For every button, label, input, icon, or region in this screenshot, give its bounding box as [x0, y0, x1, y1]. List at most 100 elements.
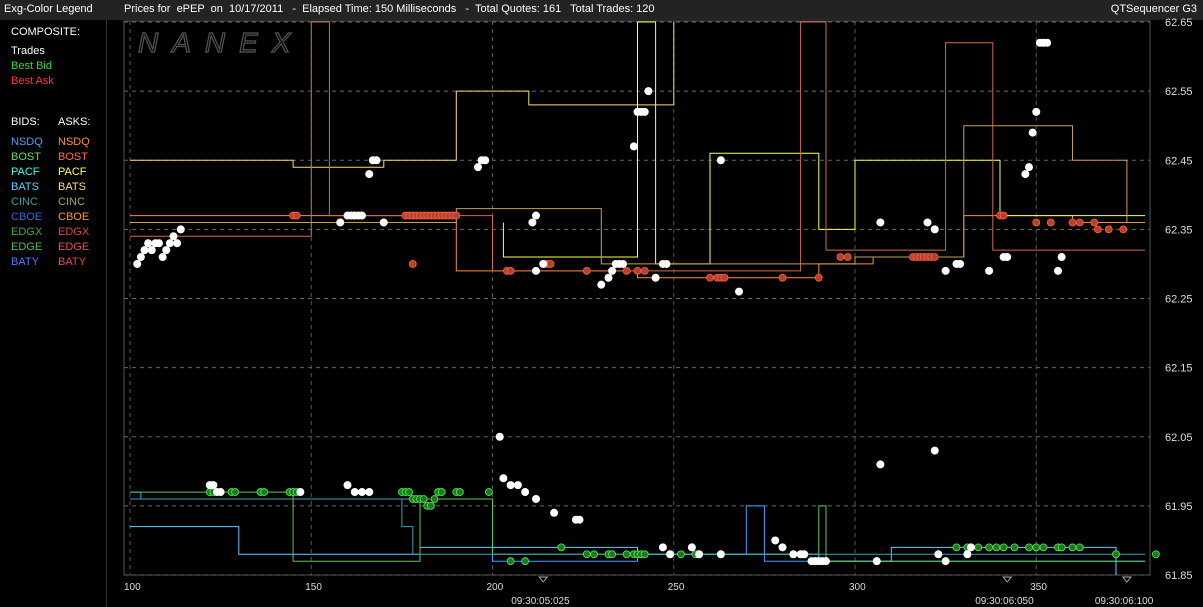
trade-point	[876, 218, 885, 227]
best-bid-point	[677, 550, 685, 559]
trade-point	[604, 273, 613, 282]
best-ask-point	[706, 273, 714, 282]
trade-point	[296, 488, 305, 497]
trade-point	[956, 259, 965, 268]
best-ask-point	[1093, 225, 1102, 234]
best-bid-point	[1068, 543, 1077, 552]
best-bid-point	[419, 495, 428, 503]
trade-point	[872, 557, 881, 566]
best-bid-point	[1112, 550, 1120, 559]
best-bid-point	[521, 557, 530, 566]
trade-point	[532, 494, 540, 503]
best-bid-point	[426, 501, 435, 510]
trade-point	[155, 239, 163, 248]
trade-point	[144, 239, 153, 248]
best-ask-point	[408, 260, 417, 268]
trade-point	[662, 259, 671, 268]
trade-point	[343, 481, 352, 490]
y-tick-label: 62.35	[1165, 224, 1193, 236]
trade-point	[1054, 266, 1062, 275]
trade-point	[597, 280, 606, 289]
trade-point	[608, 266, 617, 275]
best-bid-point	[622, 550, 631, 559]
trade-point	[513, 481, 522, 490]
trade-point	[539, 259, 548, 268]
best-ask-point	[452, 211, 461, 220]
best-bid-point	[640, 550, 649, 559]
time-label: 09:30:05:025	[511, 596, 570, 607]
trade-point	[930, 446, 939, 455]
best-bid-point	[1057, 543, 1066, 552]
best-bid-point	[985, 543, 994, 552]
trade-point	[147, 246, 156, 255]
trade-point	[666, 550, 675, 559]
trade-point	[379, 218, 388, 227]
trade-point	[941, 557, 950, 566]
trade-point	[358, 488, 366, 497]
trade-point	[136, 253, 145, 262]
trade-point	[133, 259, 142, 268]
best-ask-point	[1119, 225, 1128, 234]
best-ask-point	[1104, 225, 1113, 234]
best-ask-point	[1046, 218, 1055, 227]
trade-point	[695, 550, 704, 559]
trade-point	[176, 225, 185, 234]
time-label: 09:30:06:050	[975, 596, 1034, 607]
trade-point	[372, 156, 381, 165]
x-tick-label: 250	[668, 582, 685, 593]
trade-point	[365, 488, 374, 497]
y-tick-label: 62.25	[1165, 294, 1193, 306]
y-tick-label: 62.55	[1165, 86, 1193, 98]
trade-point	[532, 266, 540, 275]
price-chart: 62.65 62.55 62.45 62.35 62.25 62.15 62.05 61.95…	[123, 17, 1193, 607]
trade-point	[778, 543, 787, 552]
best-ask-point	[720, 273, 729, 282]
trade-point	[822, 557, 830, 566]
best-bid-point	[506, 557, 515, 566]
trade-point	[1021, 170, 1030, 179]
trade-point	[140, 246, 149, 255]
trade-point	[481, 156, 490, 165]
best-bid-point	[455, 488, 464, 496]
best-ask-point	[1032, 218, 1041, 227]
best-bid-point	[992, 543, 1001, 552]
best-ask-point	[843, 253, 852, 261]
trade-point	[789, 550, 798, 559]
best-ask-point	[1090, 218, 1099, 227]
trade-point	[350, 488, 359, 497]
trade-point	[521, 488, 530, 497]
trade-point	[644, 87, 653, 96]
trade-point	[651, 273, 660, 282]
time-marker	[1002, 576, 1013, 583]
trade-point	[165, 239, 174, 248]
trade-point	[528, 218, 537, 227]
best-bid-point	[1032, 543, 1041, 552]
best-ask-point	[582, 266, 591, 275]
trade-point	[735, 287, 743, 296]
best-ask-point	[546, 260, 555, 268]
x-tick-label: 350	[1030, 582, 1047, 593]
best-bid-point	[1010, 543, 1019, 552]
trade-point	[941, 266, 950, 275]
best-bid-point	[1025, 543, 1033, 552]
trade-point	[658, 543, 667, 552]
trade-point	[923, 218, 932, 227]
trade-point	[173, 239, 182, 248]
time-label: 09:30:06:100	[1095, 596, 1154, 607]
trade-point	[1043, 38, 1052, 47]
time-marker	[538, 576, 549, 583]
best-bid-point	[952, 543, 961, 552]
trade-point	[1003, 253, 1012, 262]
x-tick-label: 100	[124, 582, 141, 593]
y-tick-label: 62.45	[1165, 155, 1193, 167]
trade-point	[1032, 107, 1041, 116]
best-bid-point	[260, 488, 269, 496]
trade-point	[800, 550, 809, 559]
best-ask-point	[622, 266, 631, 275]
trade-point	[209, 481, 218, 490]
y-tick-label: 62.15	[1165, 363, 1193, 375]
x-tick-label: 150	[305, 582, 322, 593]
best-bid-point	[999, 543, 1008, 552]
trade-point	[640, 107, 649, 116]
trade-point	[876, 460, 885, 469]
